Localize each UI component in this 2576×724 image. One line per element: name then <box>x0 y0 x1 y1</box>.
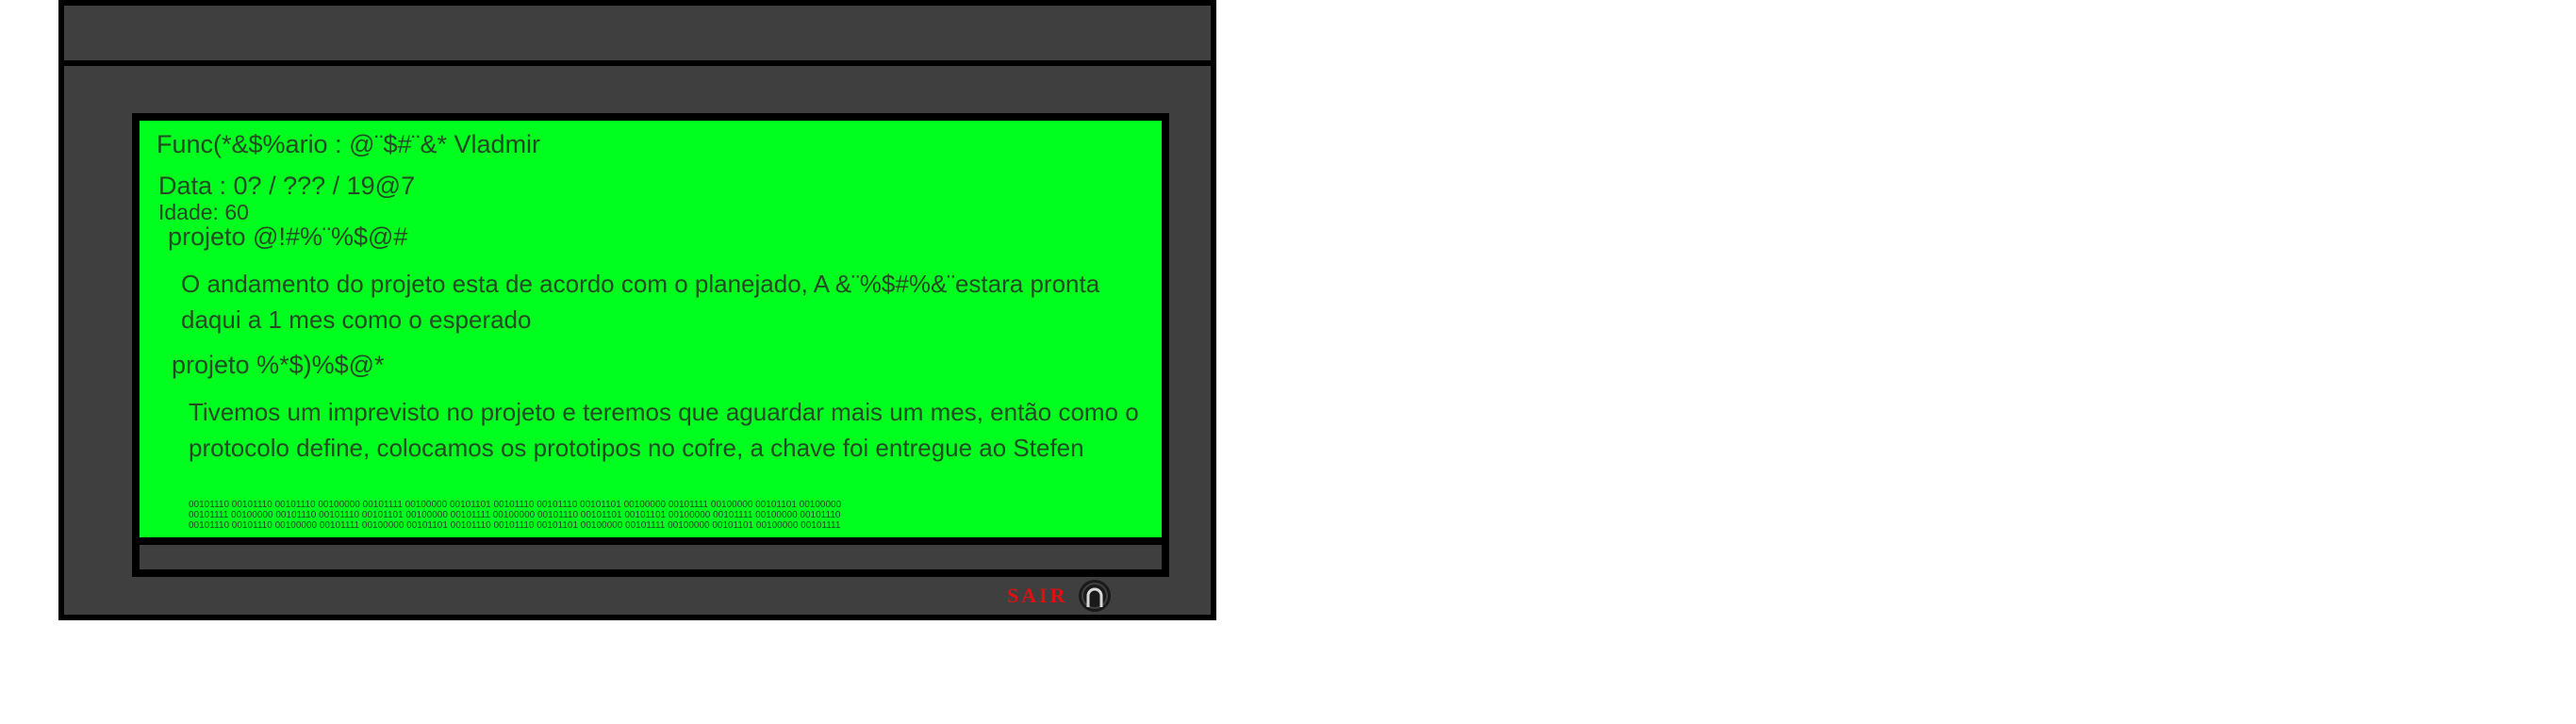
binary-line: 00101110 00101110 00101110 00100000 0010… <box>189 500 842 510</box>
project-1-report: O andamento do projeto esta de acordo co… <box>181 270 1100 334</box>
employee-name: Func(*&$%ario : @¨$#¨&* Vladmir <box>157 130 541 158</box>
project-1-title: projeto @!#%¨%$@# <box>168 222 408 251</box>
binary-code-block: 00101110 00101110 00101110 00100000 0010… <box>189 500 841 531</box>
terminal-screen: Func(*&$%ario : @¨$#¨&* Vladmir Data : 0… <box>140 121 1162 537</box>
screen-bottom-strip <box>140 545 1162 569</box>
power-icon[interactable] <box>1078 579 1112 613</box>
project-2-report: Tivemos um imprevisto no projeto e terem… <box>189 398 1139 462</box>
screen-bezel: Func(*&$%ario : @¨$#¨&* Vladmir Data : 0… <box>132 113 1169 577</box>
project-2-title: projeto %*$)%$@* <box>172 351 385 379</box>
binary-line: 00101110 00101110 00100000 00101111 0010… <box>189 520 841 531</box>
terminal-top-bar <box>64 0 1211 66</box>
exit-button[interactable]: SAIR <box>1007 577 1112 615</box>
terminal-frame: Func(*&$%ario : @¨$#¨&* Vladmir Data : 0… <box>58 0 1216 620</box>
record-date: Data : 0? / ??? / 19@7 <box>158 172 416 200</box>
binary-line: 00101111 00100000 00101110 00101110 0010… <box>189 510 841 520</box>
employee-age: Idade: 60 <box>158 200 249 224</box>
exit-label[interactable]: SAIR <box>1007 584 1068 608</box>
